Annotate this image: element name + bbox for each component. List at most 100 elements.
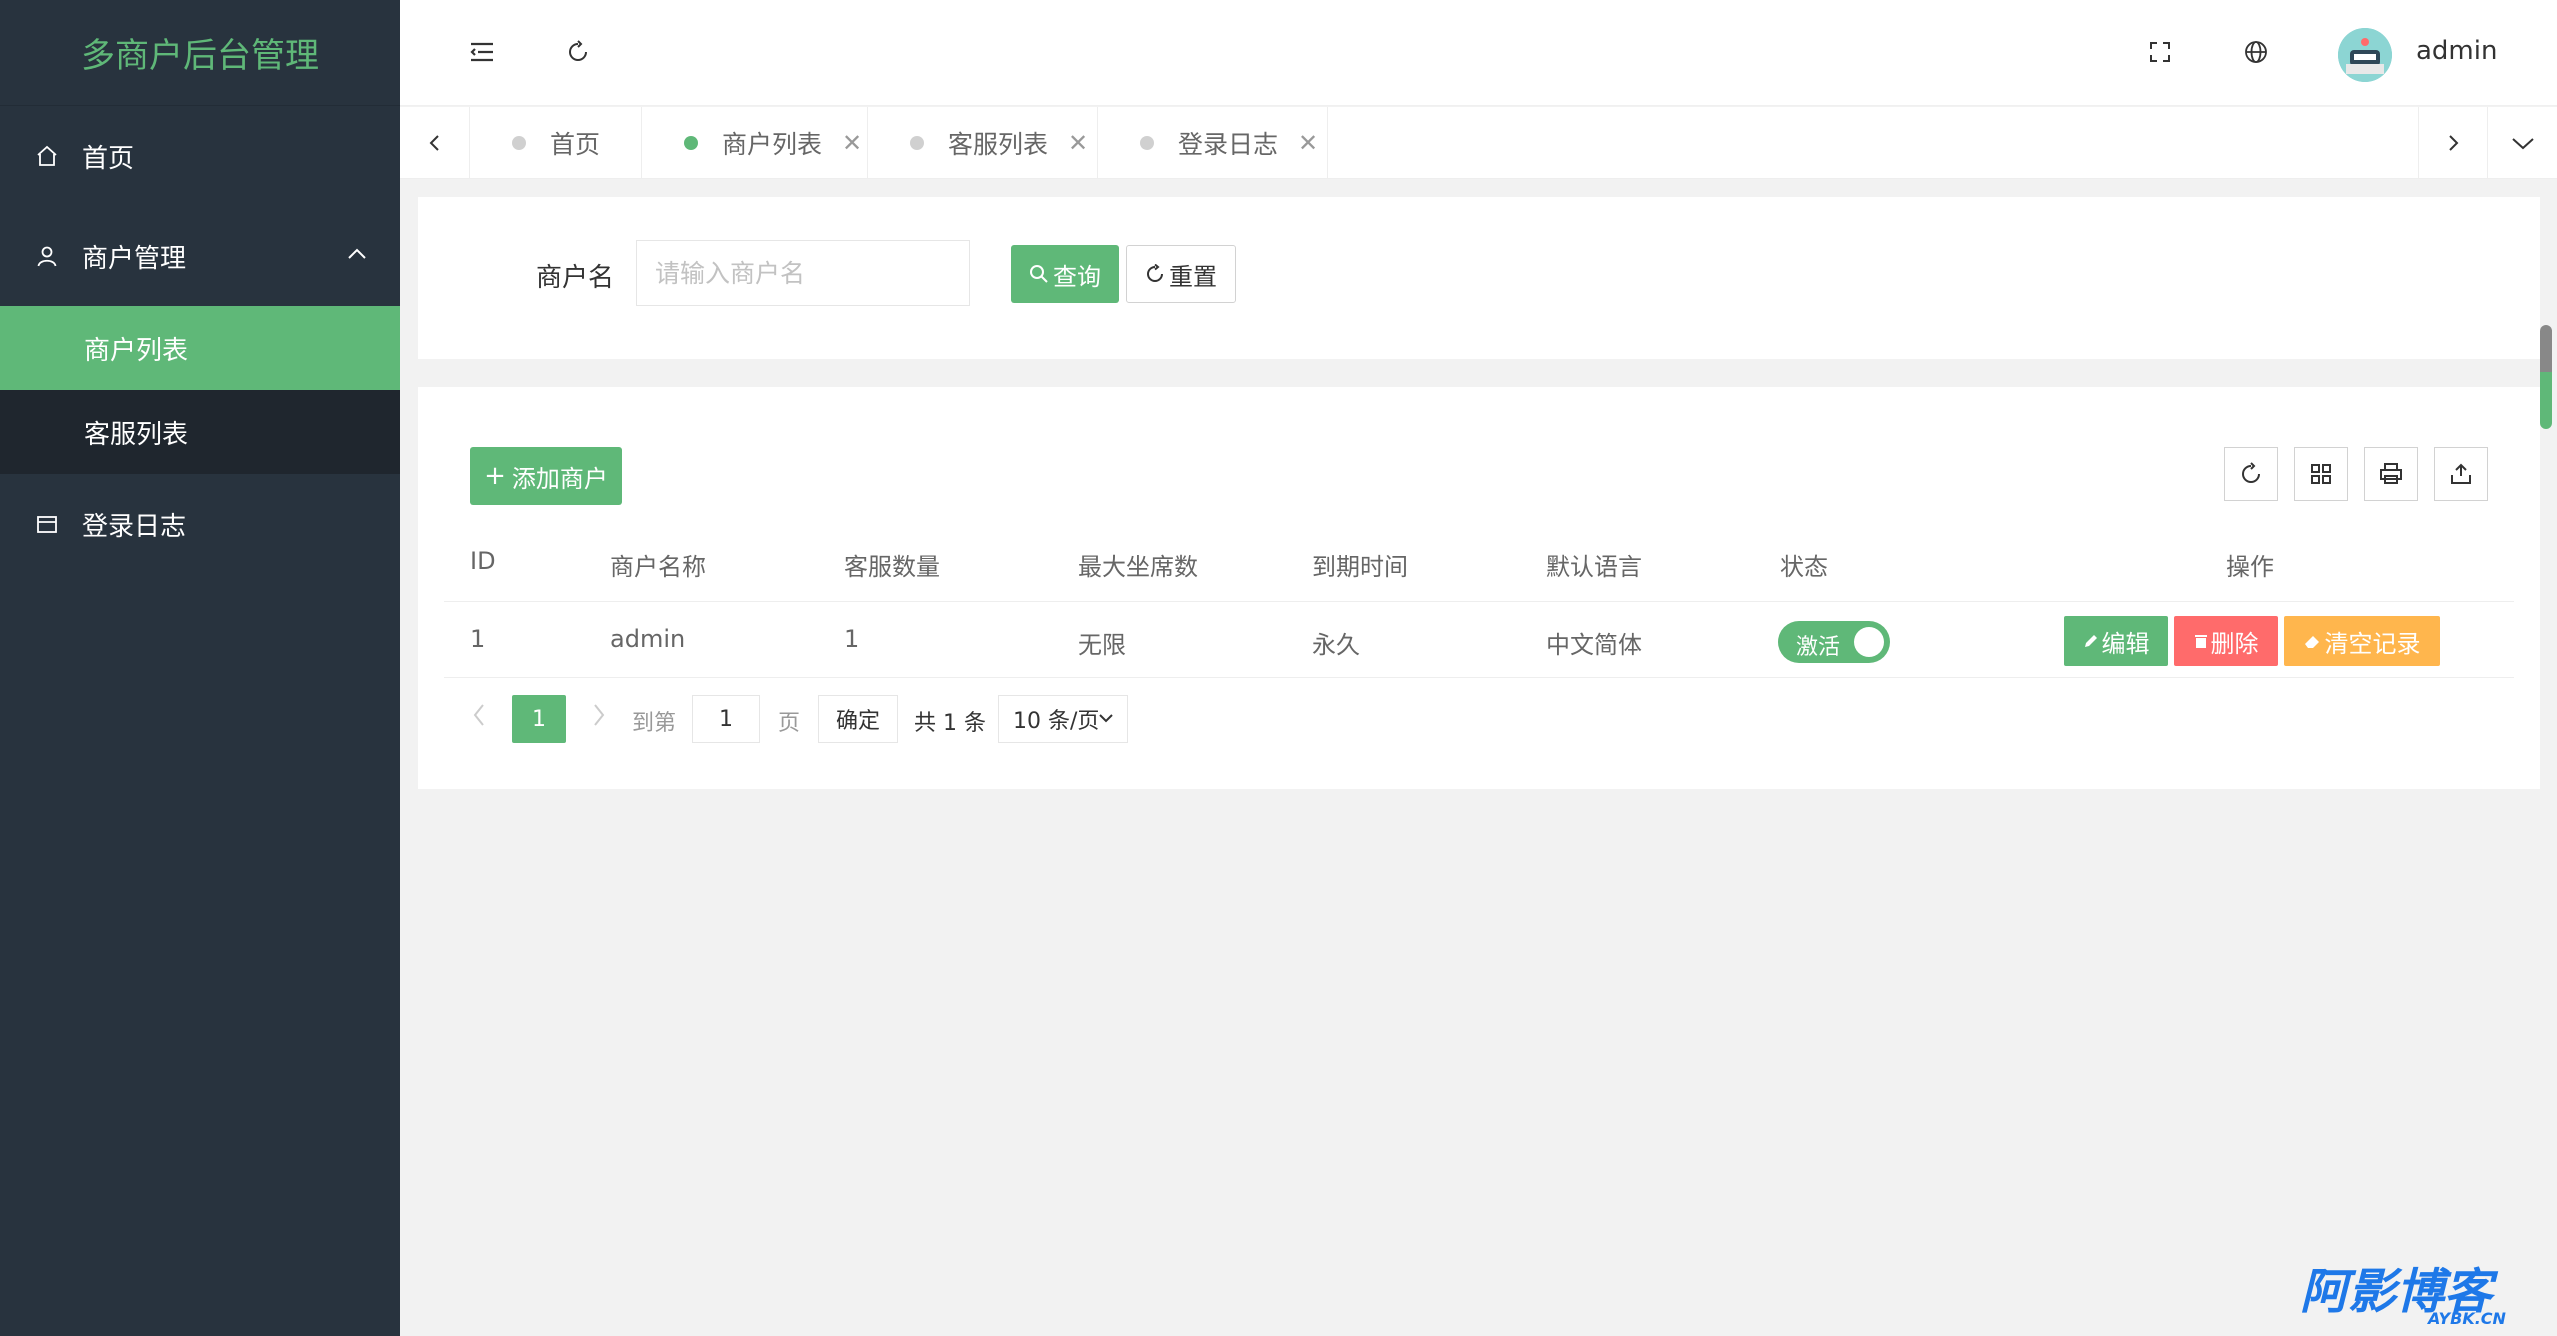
goto-page-input[interactable] xyxy=(692,695,760,743)
column-header: 商户名称 xyxy=(610,553,706,581)
sidebar-item-merchant-list[interactable]: 商户列表 xyxy=(0,306,400,390)
eraser-icon xyxy=(2304,633,2322,649)
trash-icon xyxy=(2194,633,2208,649)
goto-confirm-button[interactable]: 确定 xyxy=(818,695,898,743)
tab-dot xyxy=(1140,136,1154,150)
tab-label: 首页 xyxy=(550,130,601,159)
sidebar-item-service-list[interactable]: 客服列表 xyxy=(0,390,400,474)
watermark-logo: 阿影博客 AYBK.CN xyxy=(2300,1262,2545,1328)
table-divider xyxy=(444,677,2514,678)
clear-records-label: 清空记录 xyxy=(2324,629,2421,658)
sidebar-item-label: 登录日志 xyxy=(82,511,187,542)
print-icon[interactable] xyxy=(2364,447,2418,501)
cell-id: 1 xyxy=(470,625,486,653)
app-logo: 多商户后台管理 xyxy=(0,0,400,106)
tabs-scroll-right-icon[interactable] xyxy=(2418,107,2488,179)
close-icon[interactable]: ✕ xyxy=(1068,129,1088,157)
chevron-down-icon xyxy=(1097,706,1115,736)
tab-label: 登录日志 xyxy=(1178,130,1279,159)
clear-records-button[interactable]: 清空记录 xyxy=(2284,616,2440,666)
home-icon xyxy=(34,143,60,169)
user-name[interactable]: admin xyxy=(2416,36,2497,66)
refresh-icon xyxy=(1145,264,1165,284)
sidebar-submenu: 商户列表 客服列表 xyxy=(0,306,400,474)
tab-merchant-list[interactable]: 商户列表 ✕ xyxy=(642,107,868,179)
tab-login-log[interactable]: 登录日志 ✕ xyxy=(1098,107,1328,179)
query-button-label: 查询 xyxy=(1053,262,1101,291)
column-header: ID xyxy=(470,547,496,575)
edit-button[interactable]: 编辑 xyxy=(2064,616,2168,666)
sidebar-item-merchant-management[interactable]: 商户管理 xyxy=(0,206,400,306)
tab-dot xyxy=(512,136,526,150)
tabs-scroll-left-icon[interactable] xyxy=(400,107,470,179)
close-icon[interactable]: ✕ xyxy=(1298,129,1318,157)
merchant-name-input[interactable] xyxy=(636,240,970,306)
tabs-dropdown-icon[interactable] xyxy=(2488,107,2557,179)
svg-text:AYBK.CN: AYBK.CN xyxy=(2426,1309,2507,1328)
cell-max-seats: 无限 xyxy=(1078,631,1126,659)
sidebar-item-label: 首页 xyxy=(82,143,135,174)
column-header: 客服数量 xyxy=(844,553,940,581)
cell-name: admin xyxy=(610,625,686,653)
page-size-select[interactable]: 10 条/页 xyxy=(998,695,1128,743)
calendar-icon xyxy=(34,511,60,537)
columns-icon[interactable] xyxy=(2294,447,2348,501)
chevron-up-icon xyxy=(346,242,368,272)
add-merchant-button[interactable]: + 添加商户 xyxy=(470,447,622,505)
goto-suffix: 页 xyxy=(778,711,801,736)
refresh-icon[interactable] xyxy=(556,30,600,74)
tab-label: 客服列表 xyxy=(948,130,1049,159)
delete-button[interactable]: 删除 xyxy=(2174,616,2278,666)
reset-button[interactable]: 重置 xyxy=(1126,245,1236,303)
column-header: 到期时间 xyxy=(1312,553,1408,581)
page-size-value: 10 条/页 xyxy=(1013,709,1100,734)
avatar[interactable] xyxy=(2338,28,2392,82)
tab-home[interactable]: 首页 xyxy=(470,107,642,179)
search-panel: 商户名 查询 重置 xyxy=(418,197,2540,359)
sidebar-item-login-log[interactable]: 登录日志 xyxy=(0,474,400,574)
tabs-bar: 首页 商户列表 ✕ 客服列表 ✕ 登录日志 ✕ xyxy=(400,107,2557,179)
cell-lang: 中文简体 xyxy=(1546,631,1642,659)
user-icon xyxy=(34,243,60,269)
plus-icon: + xyxy=(484,461,506,491)
sidebar-item-label: 商户管理 xyxy=(82,243,187,274)
column-header: 默认语言 xyxy=(1546,553,1642,581)
sidebar: 多商户后台管理 首页 商户管理 商户列表 客服列表 登录日志 xyxy=(0,0,400,1336)
table-refresh-icon[interactable] xyxy=(2224,447,2278,501)
column-header: 最大坐席数 xyxy=(1078,553,1198,581)
tab-service-list[interactable]: 客服列表 ✕ xyxy=(868,107,1098,179)
cell-expire: 永久 xyxy=(1312,631,1360,659)
merchant-name-label: 商户名 xyxy=(536,263,615,293)
toggle-knob xyxy=(1854,627,1884,657)
tab-label: 商户列表 xyxy=(722,130,823,159)
prev-page-icon[interactable] xyxy=(470,701,488,733)
search-icon xyxy=(1029,264,1049,284)
goto-prefix: 到第 xyxy=(632,711,677,736)
globe-icon[interactable] xyxy=(2234,30,2278,74)
tab-dot xyxy=(684,136,698,150)
add-merchant-label: 添加商户 xyxy=(511,464,608,493)
reset-button-label: 重置 xyxy=(1169,262,1217,291)
pencil-icon xyxy=(2083,633,2099,649)
table-divider xyxy=(444,601,2514,602)
tab-dot xyxy=(910,136,924,150)
total-count: 共 1 条 xyxy=(914,711,986,736)
page-scrollbar[interactable] xyxy=(2540,325,2552,429)
menu-toggle-icon[interactable] xyxy=(460,30,504,74)
table-panel: + 添加商户 ID 商户名称 客服数量 最大坐席数 到期时间 默认语言 状态 操… xyxy=(418,387,2540,789)
page-number-current[interactable]: 1 xyxy=(512,695,566,743)
fullscreen-icon[interactable] xyxy=(2138,30,2182,74)
sidebar-item-home[interactable]: 首页 xyxy=(0,106,400,206)
column-header: 状态 xyxy=(1780,553,1828,581)
status-toggle[interactable]: 激活 xyxy=(1778,621,1890,663)
export-icon[interactable] xyxy=(2434,447,2488,501)
top-header: admin xyxy=(400,0,2557,106)
close-icon[interactable]: ✕ xyxy=(842,129,862,157)
next-page-icon[interactable] xyxy=(590,701,608,733)
status-label: 激活 xyxy=(1796,635,1841,660)
column-header: 操作 xyxy=(2226,553,2274,581)
delete-label: 删除 xyxy=(2210,629,2259,658)
edit-label: 编辑 xyxy=(2101,629,2150,658)
cell-staff: 1 xyxy=(844,625,860,653)
query-button[interactable]: 查询 xyxy=(1011,245,1119,303)
